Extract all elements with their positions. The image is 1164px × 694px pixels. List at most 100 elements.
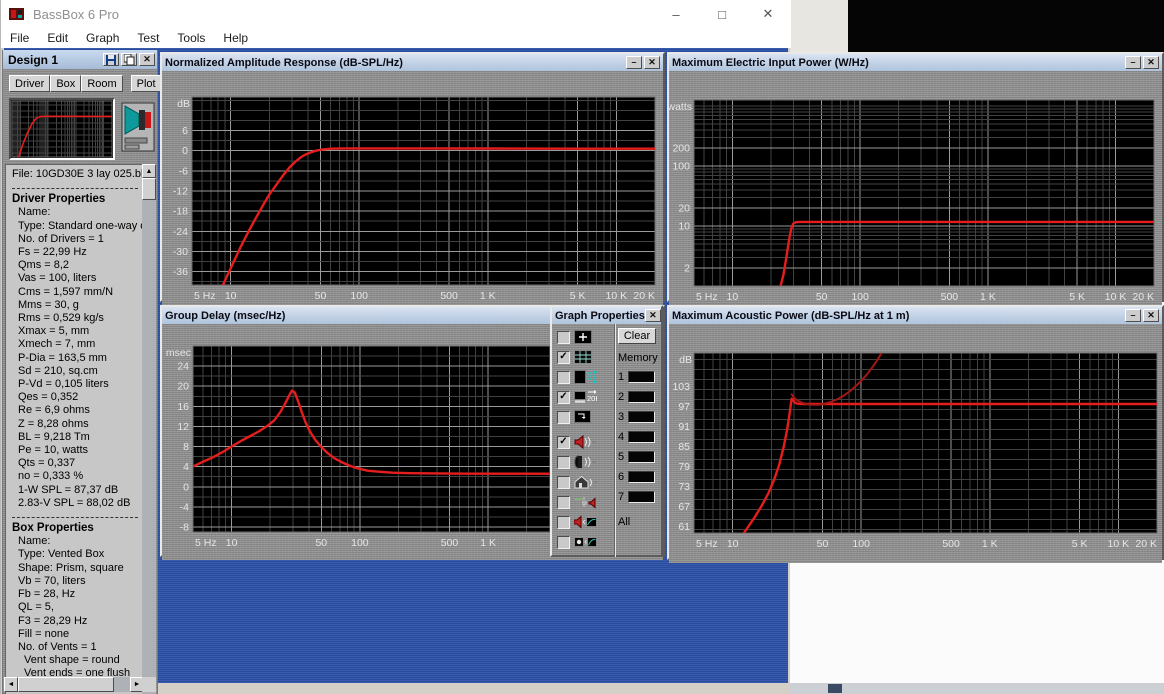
property-line: Qms = 8,2: [18, 259, 70, 272]
menu-graph[interactable]: Graph: [77, 29, 128, 47]
taskbar-strip: [790, 683, 1164, 694]
svg-text:500: 500: [441, 537, 459, 549]
memory-row-6: 6: [618, 470, 656, 484]
palette-row-corner-arrow: [557, 409, 597, 425]
graph-properties-palette[interactable]: Graph Properties ✕ ✓ ✓ 20K ✓ Clear Memory A…: [550, 305, 663, 557]
tab-driver[interactable]: Driver: [9, 75, 51, 92]
driver-icon: [574, 455, 596, 469]
svg-text:10: 10: [727, 538, 739, 550]
memory-slot-5[interactable]: [628, 451, 656, 463]
vertical-scrollbar[interactable]: ▲ ▼: [142, 164, 156, 694]
close-icon[interactable]: ✕: [1143, 309, 1159, 322]
app-icon: [9, 8, 24, 20]
svg-text:20 K: 20 K: [633, 290, 655, 300]
property-line: Name:: [18, 535, 51, 548]
scroll-up-icon[interactable]: ▲: [142, 164, 156, 178]
property-line: F3 = 28,29 Hz: [18, 614, 88, 627]
property-line: no = 0,333 %: [18, 470, 84, 483]
checkbox-speaker-on-axis[interactable]: ✓: [557, 435, 570, 449]
close-icon[interactable]: ✕: [1143, 56, 1159, 69]
palette-row-driver: [557, 454, 597, 470]
memory-number: 1: [618, 371, 625, 383]
copy-design-button[interactable]: [121, 53, 137, 66]
crossover-network-icon: [574, 497, 596, 509]
menu-edit[interactable]: Edit: [38, 29, 77, 47]
speaker-response-icon: [574, 515, 597, 529]
max-acoustic-power-chart: dB 103 97 91 85 79 73 67 61 5 Hz 10 50 100 500 1 K 5 K 1…: [672, 352, 1158, 550]
minimize-button[interactable]: –: [653, 0, 699, 28]
memory-slot-7[interactable]: [628, 491, 656, 503]
tab-box[interactable]: Box: [50, 75, 82, 92]
close-icon[interactable]: ✕: [644, 309, 661, 322]
property-line: Fb = 28, Hz: [18, 588, 76, 601]
checkbox-room[interactable]: [557, 475, 570, 489]
tab-room[interactable]: Room: [81, 75, 123, 92]
floppy-icon: [106, 54, 116, 65]
svg-text:10: 10: [225, 290, 237, 300]
vertical-scale-icon: [574, 370, 597, 384]
memory-row-3: 3: [618, 410, 656, 424]
palette-toggle-column: ✓ ✓ 20K ✓: [552, 324, 615, 557]
memory-slot-3[interactable]: [628, 411, 656, 423]
properties-text: File: 10GD30E 3 lay 025.bb6 Driver Proper…: [5, 164, 143, 694]
graph-title-bar[interactable]: Maximum Acoustic Power (dB-SPL/Hz at 1 m…: [669, 307, 1162, 324]
property-line: Re = 6,9 ohms: [18, 404, 90, 417]
memory-all-label[interactable]: All: [618, 516, 630, 528]
checkbox-crossover-network[interactable]: [557, 495, 570, 509]
checkbox-horizontal-scale[interactable]: ✓: [557, 390, 570, 404]
title-bar[interactable]: BassBox 6 Pro – □ ✕: [1, 0, 791, 28]
tab-plot[interactable]: Plot: [130, 75, 162, 92]
checkbox-driver[interactable]: [557, 455, 570, 469]
minimize-icon[interactable]: –: [1125, 56, 1141, 69]
checkbox-crosshair[interactable]: [557, 330, 570, 344]
graph-title-bar[interactable]: Maximum Electric Input Power (W/Hz) – ✕: [669, 54, 1162, 71]
menu-tools[interactable]: Tools: [168, 29, 214, 47]
horizontal-scroll-thumb[interactable]: [18, 677, 114, 692]
svg-text:85: 85: [678, 441, 690, 453]
checkbox-grid[interactable]: ✓: [557, 350, 570, 364]
svg-text:10 K: 10 K: [1107, 538, 1129, 550]
menu-file[interactable]: File: [1, 29, 38, 47]
checkbox-vertical-scale[interactable]: [557, 370, 570, 384]
svg-text:-4: -4: [180, 501, 189, 513]
palette-title-bar[interactable]: Graph Properties ✕: [552, 307, 661, 324]
clear-button[interactable]: Clear: [618, 328, 656, 344]
checkbox-mic-response[interactable]: [557, 535, 570, 549]
vertical-scroll-thumb[interactable]: [142, 178, 156, 200]
window-normalized-amplitude[interactable]: Normalized Amplitude Response (dB-SPL/Hz…: [160, 52, 665, 305]
svg-text:10: 10: [226, 537, 238, 549]
svg-text:0: 0: [182, 145, 188, 157]
checkbox-corner-arrow[interactable]: [557, 410, 570, 424]
save-icon[interactable]: [103, 53, 119, 66]
window-max-acoustic-power[interactable]: Maximum Acoustic Power (dB-SPL/Hz at 1 m…: [667, 305, 1164, 563]
close-icon[interactable]: ✕: [644, 56, 660, 69]
graph-title: Maximum Electric Input Power (W/Hz): [672, 56, 869, 69]
window-max-electric-power[interactable]: Maximum Electric Input Power (W/Hz) – ✕ …: [666, 52, 1164, 305]
svg-text:6: 6: [182, 125, 188, 137]
memory-slot-1[interactable]: [628, 371, 656, 383]
svg-text:20 K: 20 K: [1132, 291, 1154, 300]
plot-preview[interactable]: [9, 98, 115, 160]
memory-slot-6[interactable]: [628, 471, 656, 483]
minimize-icon[interactable]: –: [626, 56, 642, 69]
minimize-icon[interactable]: –: [1125, 309, 1141, 322]
memory-slot-2[interactable]: [628, 391, 656, 403]
design-panel-title-bar[interactable]: Design 1 ✕: [3, 50, 157, 69]
checkbox-speaker-response[interactable]: [557, 515, 570, 529]
maximize-button[interactable]: □: [699, 0, 745, 28]
menu-help[interactable]: Help: [214, 29, 257, 47]
design-close-button[interactable]: ✕: [139, 53, 155, 66]
close-button[interactable]: ✕: [745, 0, 791, 28]
property-line: Vent shape = round: [24, 654, 120, 667]
menu-test[interactable]: Test: [128, 29, 168, 47]
plot-preview-chart: [11, 100, 113, 158]
scrollbar-corner: [142, 677, 156, 692]
graph-title-bar[interactable]: Normalized Amplitude Response (dB-SPL/Hz…: [162, 54, 663, 71]
design-tabs: Driver Box Room Plot: [9, 75, 180, 92]
memory-slot-4[interactable]: [628, 431, 656, 443]
svg-text:100: 100: [852, 538, 870, 550]
scroll-left-icon[interactable]: ◄: [4, 677, 18, 692]
svg-text:50: 50: [315, 537, 327, 549]
speaker-cross-section-icon[interactable]: [121, 102, 155, 157]
horizontal-scrollbar[interactable]: ◄ ►: [4, 677, 144, 692]
